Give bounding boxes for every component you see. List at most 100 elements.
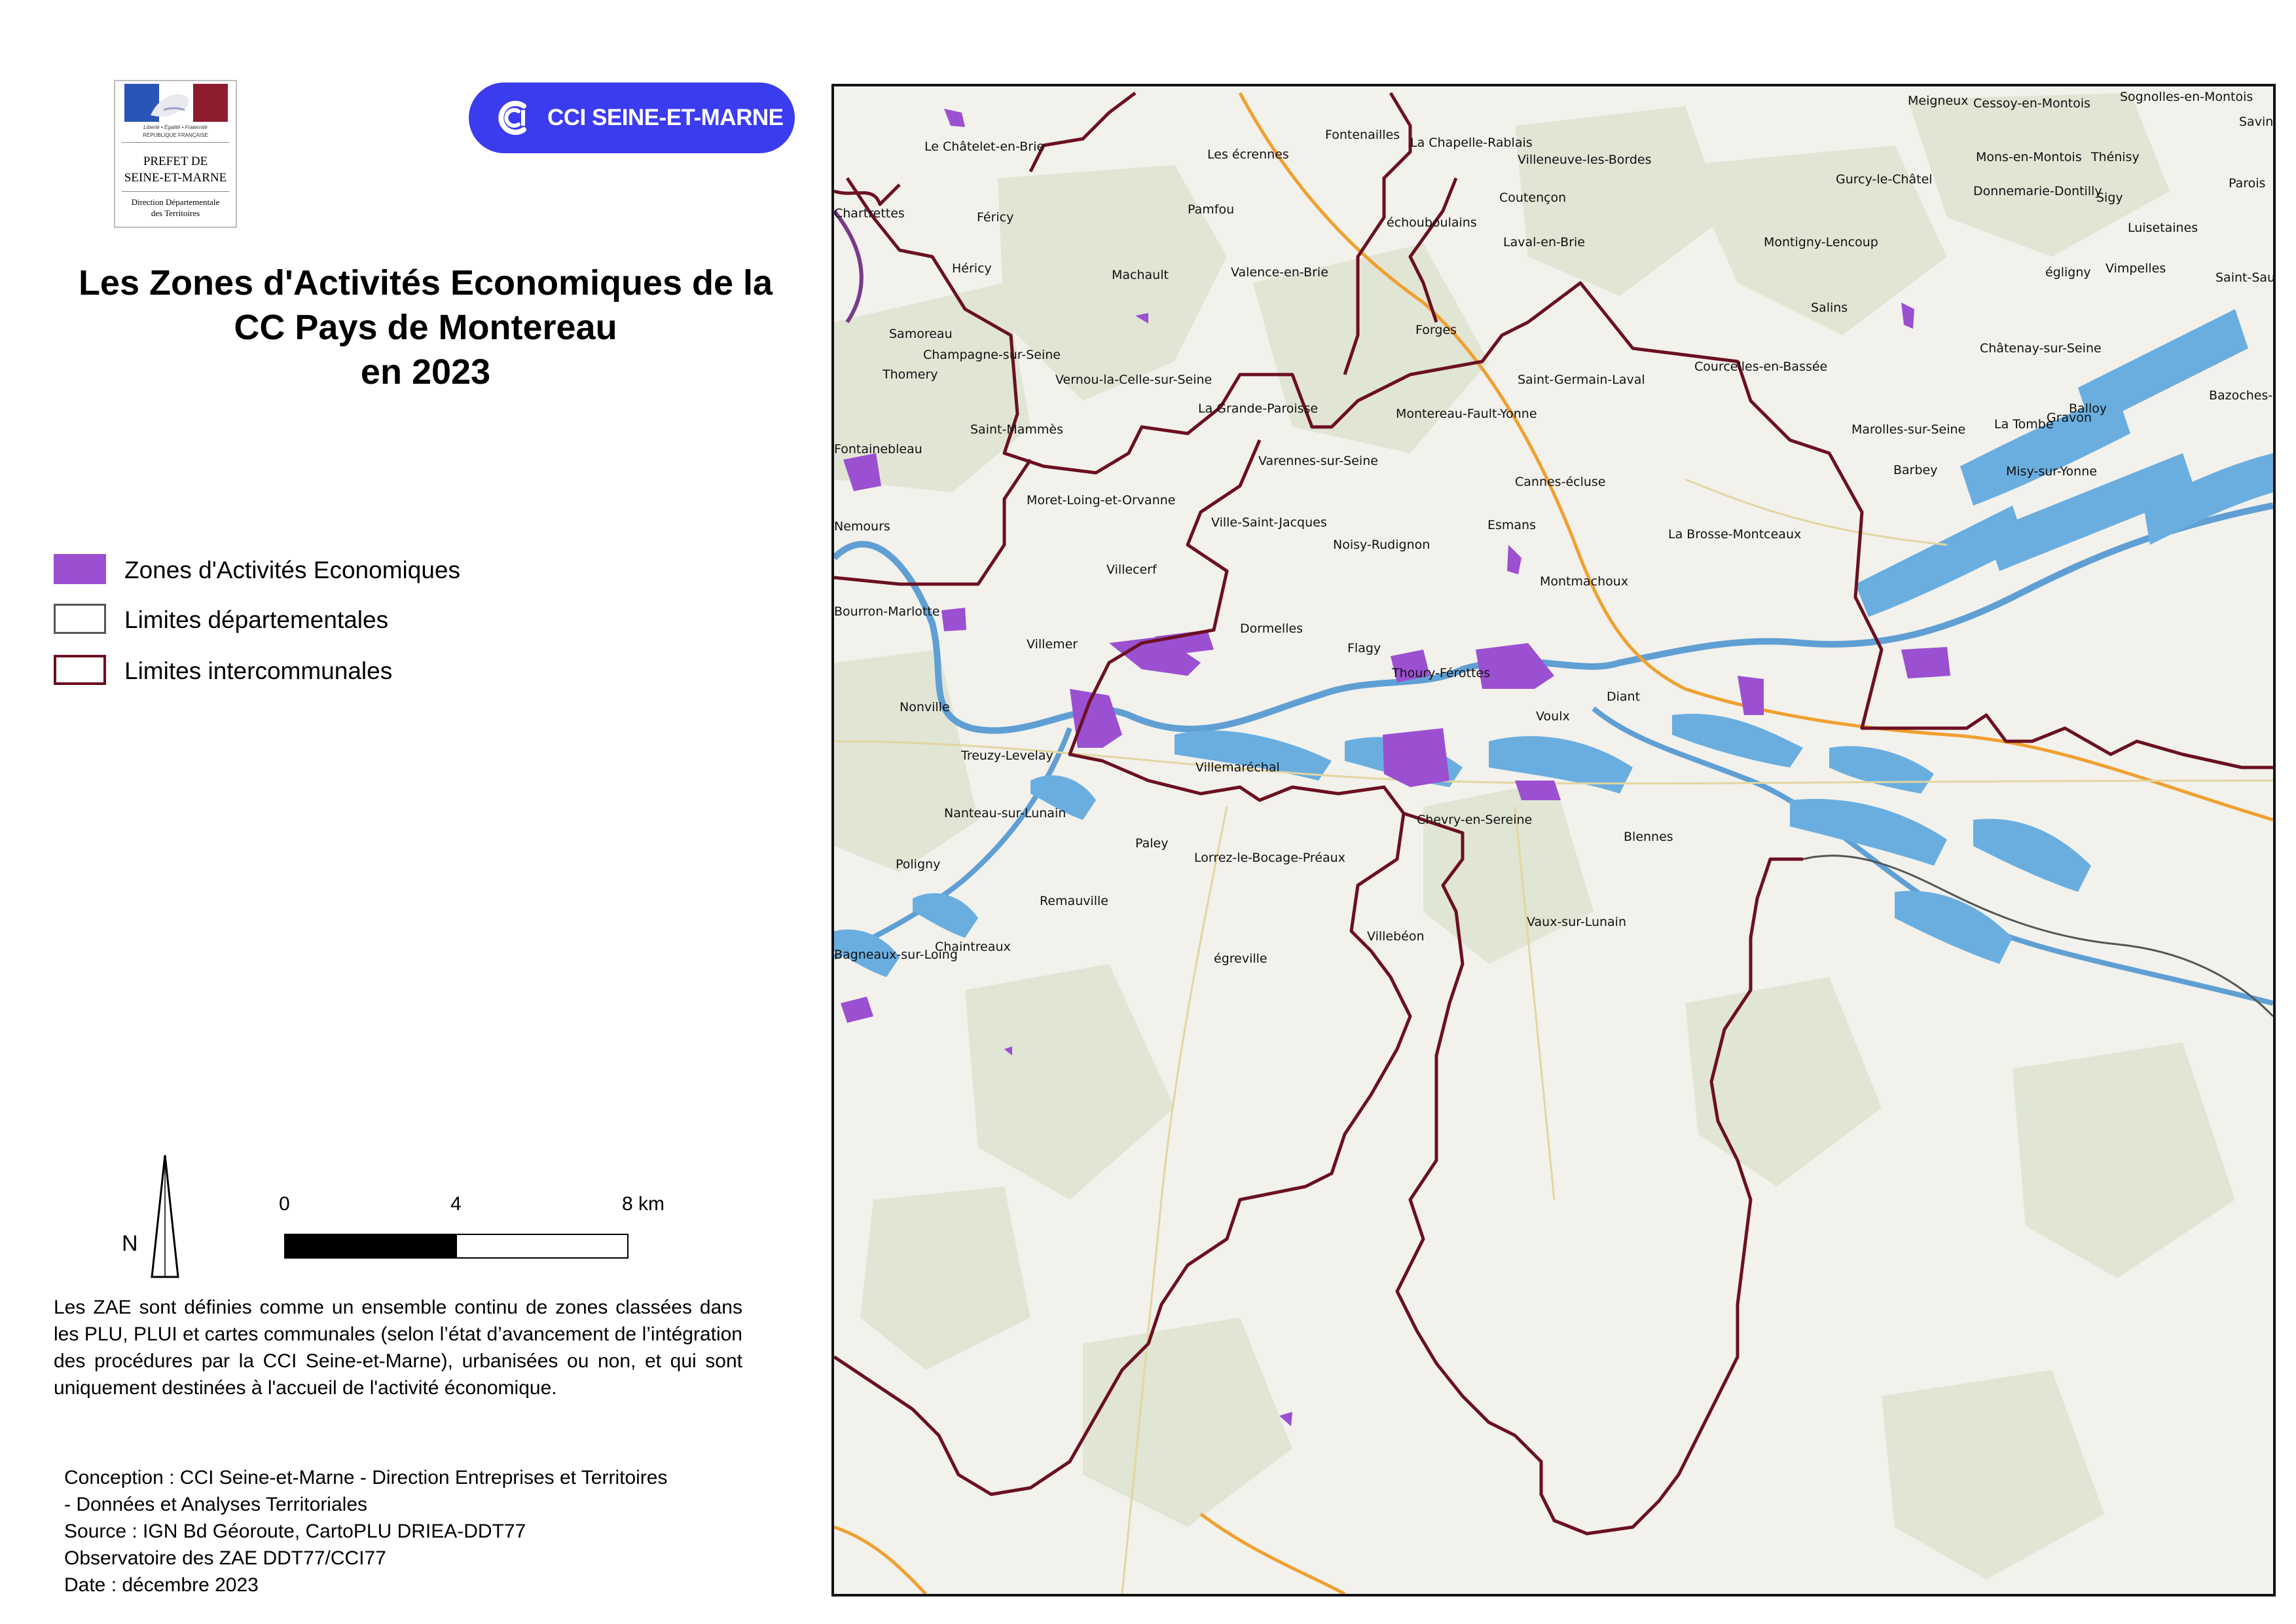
title-line-1: Les Zones d'Activités Economiques de la [78, 263, 773, 303]
place-label: Villebéon [1367, 929, 1425, 944]
zae-cannes [1515, 781, 1561, 800]
place-label: Montereau-Fault-Yonne [1396, 407, 1537, 421]
place-label: Villecerf [1106, 563, 1157, 577]
cci-logo-badge: CCI SEINE-ET-MARNE [469, 83, 795, 153]
place-label: Vernou-la-Celle-sur-Seine [1055, 373, 1212, 387]
map-credits: Conception : CCI Seine-et-Marne - Direct… [64, 1464, 758, 1598]
place-label: Forges [1415, 323, 1457, 337]
place-label: Saint-Mammès [970, 422, 1063, 437]
place-label: Thoury-Férottes [1391, 666, 1490, 680]
place-label: Lorrez-le-Bocage-Préaux [1194, 851, 1345, 865]
place-label: Misy-sur-Yonne [2006, 464, 2097, 479]
place-label: Sigy [2096, 191, 2123, 205]
place-label: Bourron-Marlotte [834, 604, 939, 619]
legend-swatch-intercommunal [54, 655, 106, 685]
place-label: Poligny [896, 857, 940, 872]
direction-line-2: des Territoires [151, 208, 200, 218]
zae-la-tombe [1901, 647, 1950, 678]
cci-logo-icon [498, 101, 526, 135]
zae-le-chatelet [944, 109, 965, 127]
place-label: égligny [2045, 265, 2091, 280]
scale-segment-light [456, 1234, 629, 1259]
place-label: Meigneux [1908, 94, 1968, 108]
place-label: Paley [1135, 836, 1168, 851]
zae-samoreau [843, 453, 881, 491]
place-label: Remauville [1040, 894, 1108, 908]
zae-gurcy [1901, 303, 1914, 329]
place-label: Laval-en-Brie [1503, 235, 1585, 249]
zae-saint-germain [1507, 545, 1522, 574]
credits-line-3: Source : IGN Bd Géoroute, CartoPLU DRIEA… [64, 1521, 526, 1542]
zae-varennes [1383, 728, 1449, 787]
place-label: La Brosse-Montceaux [1668, 527, 1801, 542]
place-label: Barbey [1893, 463, 1937, 477]
place-label: Cannes-écluse [1515, 475, 1605, 489]
page-title: Les Zones d'Activités Economiques de la … [39, 261, 812, 394]
place-label: Le Châtelet-en-Brie [924, 139, 1044, 154]
scale-tick-8: 8 km [622, 1193, 665, 1215]
zae-moret [1070, 689, 1122, 748]
place-label: Dormelles [1240, 621, 1303, 636]
place-label: Coutençon [1499, 191, 1566, 205]
place-label: Moret-Loing-et-Orvanne [1027, 493, 1175, 507]
legend-label-departmental: Limites départementales [124, 606, 389, 633]
legend-swatch-departmental [54, 604, 106, 634]
scale-bar: 0 4 8 km [275, 1193, 681, 1272]
cci-logo-text: CCI SEINE-ET-MARNE [547, 105, 784, 130]
legend-swatch-zae [54, 554, 106, 584]
place-label: Champagne-sur-Seine [923, 348, 1061, 362]
scale-tick-4: 4 [450, 1193, 462, 1215]
map-canvas[interactable]: Fontenailles La Chapelle-Rablais Meigneux C… [834, 86, 2273, 1594]
zae-definition-note: Les ZAE sont définies comme un ensemble … [54, 1297, 742, 1399]
place-label: Salins [1811, 301, 1848, 315]
place-label: Villemaréchal [1195, 760, 1280, 775]
place-label: Saint-Sauveur [2215, 270, 2273, 285]
place-label: Treuzy-Levelay [960, 748, 1053, 763]
place-label: Esmans [1487, 518, 1536, 532]
place-label: Voulx [1536, 709, 1570, 724]
prefet-logo: Liberté • Égalité • Fraternité RÉPUBLIQU… [114, 80, 237, 228]
place-label: Gurcy-le-Châtel [1836, 172, 1933, 187]
place-label: Bazoches-lès-Bray [2209, 388, 2273, 403]
place-label: Gravon [2047, 411, 2092, 425]
place-label: Féricy [977, 210, 1013, 225]
logo-republic: RÉPUBLIQUE FRANÇAISE [143, 132, 208, 138]
credits-line-2: - Données et Analyses Territoriales [64, 1494, 368, 1515]
north-label: N [122, 1231, 138, 1256]
place-label: Villeneuve-les-Bordes [1518, 153, 1652, 167]
logo-motto: Liberté • Égalité • Fraternité [143, 124, 208, 130]
place-label: Flagy [1347, 641, 1381, 655]
place-label: Chartrettes [834, 206, 905, 221]
place-label: Chevry-en-Sereine [1417, 813, 1532, 827]
place-label: Noisy-Rudignon [1333, 538, 1430, 552]
prefet-line-2: SEINE-ET-MARNE [124, 171, 227, 185]
place-label: Nanteau-sur-Lunain [944, 806, 1066, 821]
scale-tick-0: 0 [279, 1193, 290, 1215]
place-label: Luisetaines [2128, 221, 2198, 235]
zae-marolles [1738, 676, 1764, 715]
north-arrow-icon [151, 1154, 179, 1278]
place-label: La Tombe [1994, 417, 2054, 432]
place-label: Nonville [900, 700, 950, 714]
scale-segment-dark [284, 1234, 456, 1259]
place-label: Villemer [1027, 637, 1078, 652]
zae-saint-mammes-north [941, 608, 966, 631]
place-label: Samoreau [889, 327, 953, 341]
place-label: La Grande-Paroisse [1198, 401, 1318, 416]
place-label: Machault [1112, 268, 1169, 282]
place-label: Parois [2229, 176, 2265, 191]
place-label: Les écrennes [1207, 147, 1289, 162]
title-line-3: en 2023 [360, 352, 491, 392]
place-label: Fontenailles [1325, 128, 1400, 142]
place-label: Marolles-sur-Seine [1851, 422, 1965, 437]
place-label: Vimpelles [2105, 261, 2166, 276]
credits-line-4: Observatoire des ZAE DDT77/CCI77 [64, 1547, 386, 1569]
prefet-line-1: PREFET DE [143, 155, 208, 168]
credits-line-1: Conception : CCI Seine-et-Marne - Direct… [64, 1467, 668, 1488]
legend-label-zae: Zones d'Activités Economiques [124, 557, 460, 583]
map-frame[interactable]: Fontenailles La Chapelle-Rablais Meigneux C… [831, 84, 2276, 1596]
place-label: Savins [2239, 115, 2273, 129]
place-label: échouboulains [1387, 215, 1477, 230]
direction-line-1: Direction Départementale [131, 197, 220, 207]
place-label: Courcelles-en-Bassée [1694, 360, 1827, 374]
